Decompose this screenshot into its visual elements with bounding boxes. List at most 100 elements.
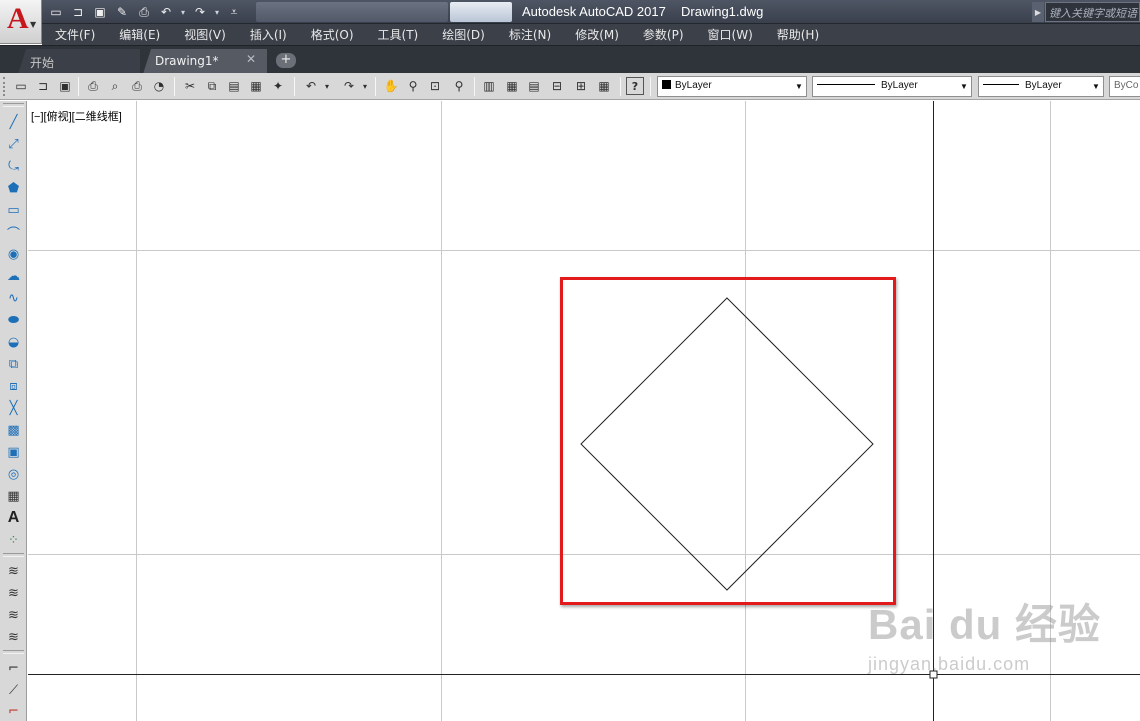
color-control-dropdown[interactable]: ByLayer ▼: [657, 76, 807, 97]
customize-icon[interactable]: ⩡: [224, 3, 244, 21]
file-tab-bar: 开始 Drawing1* ✕ +: [0, 45, 1140, 74]
menu-dimension[interactable]: 标注(N): [496, 26, 551, 43]
color-control-value: ByLayer: [675, 80, 712, 91]
plot-preview-icon[interactable]: ⌕: [106, 77, 124, 95]
zoom-window-icon[interactable]: ⊡: [426, 77, 444, 95]
plot-icon[interactable]: ⎙: [84, 77, 102, 95]
arc-icon[interactable]: ⌒: [3, 222, 24, 242]
close-icon[interactable]: ✕: [246, 52, 256, 66]
drawing-canvas[interactable]: [−][俯视][二维线框] Bai du 经验 jingyan.baidu.co…: [28, 101, 1140, 721]
zoom-realtime-icon[interactable]: ⚲: [404, 77, 422, 95]
undo-icon[interactable]: ↶: [156, 3, 176, 21]
markup-icon[interactable]: ⊞: [572, 77, 590, 95]
search-input[interactable]: 键入关键字或短语: [1045, 2, 1140, 22]
help-icon[interactable]: ?: [626, 77, 644, 95]
redo-icon[interactable]: ↷: [340, 77, 358, 95]
new-icon[interactable]: ▭: [12, 77, 30, 95]
hatch-icon[interactable]: ▩: [3, 420, 24, 440]
linetype-sample-icon: [817, 84, 875, 85]
plot-icon[interactable]: ⎙: [134, 3, 154, 21]
gradient-icon[interactable]: ▣: [3, 442, 24, 462]
insert-block-icon[interactable]: ⧉: [3, 354, 24, 374]
lineweight-control-dropdown[interactable]: ByLayer ▼: [978, 76, 1104, 97]
region-icon[interactable]: ◎: [3, 464, 24, 484]
properties-icon[interactable]: ▥: [480, 77, 498, 95]
menu-edit[interactable]: 编辑(E): [106, 26, 160, 43]
watermark-main: Bai du 经验: [868, 601, 1102, 648]
chamfer-icon[interactable]: ⟋: [3, 680, 24, 700]
toolbar-separator: [3, 553, 24, 557]
block-editor-icon[interactable]: ✦: [269, 77, 287, 95]
layer-previous-icon[interactable]: ≋: [3, 583, 24, 603]
undo-dropdown-icon[interactable]: ▾: [322, 77, 332, 95]
tab-start[interactable]: 开始: [18, 49, 140, 74]
trim-icon[interactable]: ⌐: [3, 701, 24, 721]
menu-file[interactable]: 文件(F): [42, 26, 95, 43]
spline-icon[interactable]: ∿: [3, 288, 24, 308]
viewport-controls[interactable]: [−][俯视][二维线框]: [31, 108, 122, 124]
open-icon[interactable]: ⊐: [68, 3, 88, 21]
ellipse-icon[interactable]: ⬬: [3, 310, 24, 330]
menu-insert[interactable]: 插入(I): [237, 26, 287, 43]
revision-cloud-icon[interactable]: ☁: [3, 266, 24, 286]
menu-view[interactable]: 视图(V): [171, 26, 226, 43]
design-center-icon[interactable]: ▦: [503, 77, 521, 95]
undo-dropdown-icon[interactable]: ▾: [178, 8, 188, 17]
circle-icon[interactable]: ◉: [3, 244, 24, 264]
cut-icon[interactable]: ✂: [181, 77, 199, 95]
layer-isolate-icon[interactable]: ≋: [3, 605, 24, 625]
save-icon[interactable]: ▣: [56, 77, 74, 95]
add-selected-icon[interactable]: ⁘: [3, 530, 24, 550]
open-icon[interactable]: ⊐: [34, 77, 52, 95]
new-icon[interactable]: ▭: [46, 3, 66, 21]
plotstyle-control-dropdown[interactable]: ByCo: [1109, 76, 1140, 97]
toolbar-separator: [3, 650, 24, 654]
layer-properties-icon[interactable]: ≋: [3, 561, 24, 581]
multiline-text-icon[interactable]: A: [3, 508, 24, 528]
tab-drawing1-label: Drawing1*: [155, 54, 219, 68]
menu-draw[interactable]: 绘图(D): [429, 26, 485, 43]
layer-unisolate-icon[interactable]: ≋: [3, 627, 24, 647]
save-as-icon[interactable]: ✎: [112, 3, 132, 21]
menu-format[interactable]: 格式(O): [298, 26, 354, 43]
chevron-down-icon: ▼: [795, 82, 803, 91]
fillet-icon[interactable]: ⌐: [3, 658, 24, 678]
copy-icon[interactable]: ⧉: [203, 77, 221, 95]
undo-icon[interactable]: ↶: [302, 77, 320, 95]
new-tab-button[interactable]: +: [276, 53, 296, 68]
toolbar-separator: [474, 77, 475, 96]
line-icon[interactable]: ╱: [3, 112, 24, 132]
chevron-right-icon[interactable]: ▶: [1032, 2, 1044, 22]
point-icon[interactable]: ╳: [3, 398, 24, 418]
zoom-previous-icon[interactable]: ⚲: [450, 77, 468, 95]
menu-help[interactable]: 帮助(H): [764, 26, 819, 43]
redo-icon[interactable]: ↷: [190, 3, 210, 21]
polygon-icon[interactable]: ⬟: [3, 178, 24, 198]
calculator-icon[interactable]: ▦: [595, 77, 613, 95]
tool-palettes-icon[interactable]: ▤: [525, 77, 543, 95]
publish-icon[interactable]: ⎙: [128, 77, 146, 95]
menu-window[interactable]: 窗口(W): [695, 26, 753, 43]
polyline-icon[interactable]: ⤿: [3, 156, 24, 176]
blurred-window-tab: [256, 2, 448, 22]
pan-icon[interactable]: ✋: [382, 77, 400, 95]
save-icon[interactable]: ▣: [90, 3, 110, 21]
construction-line-icon[interactable]: ⤢: [3, 134, 24, 154]
3d-print-icon[interactable]: ◔: [150, 77, 168, 95]
ellipse-arc-icon[interactable]: ◒: [3, 332, 24, 352]
match-properties-icon[interactable]: ▦: [247, 77, 265, 95]
menu-tools[interactable]: 工具(T): [365, 26, 419, 43]
sheet-set-icon[interactable]: ⊟: [548, 77, 566, 95]
menu-modify[interactable]: 修改(M): [562, 26, 619, 43]
rectangle-icon[interactable]: ▭: [3, 200, 24, 220]
toolbar-grip[interactable]: [3, 103, 24, 107]
toolbar-grip[interactable]: [3, 77, 7, 96]
redo-dropdown-icon[interactable]: ▾: [212, 8, 222, 17]
linetype-control-dropdown[interactable]: ByLayer ▼: [812, 76, 972, 97]
menu-parametric[interactable]: 参数(P): [630, 26, 684, 43]
paste-icon[interactable]: ▤: [225, 77, 243, 95]
redo-dropdown-icon[interactable]: ▾: [360, 77, 370, 95]
application-menu-button[interactable]: A ▼: [0, 0, 42, 44]
make-block-icon[interactable]: ⧈: [3, 376, 24, 396]
table-icon[interactable]: ▦: [3, 486, 24, 506]
